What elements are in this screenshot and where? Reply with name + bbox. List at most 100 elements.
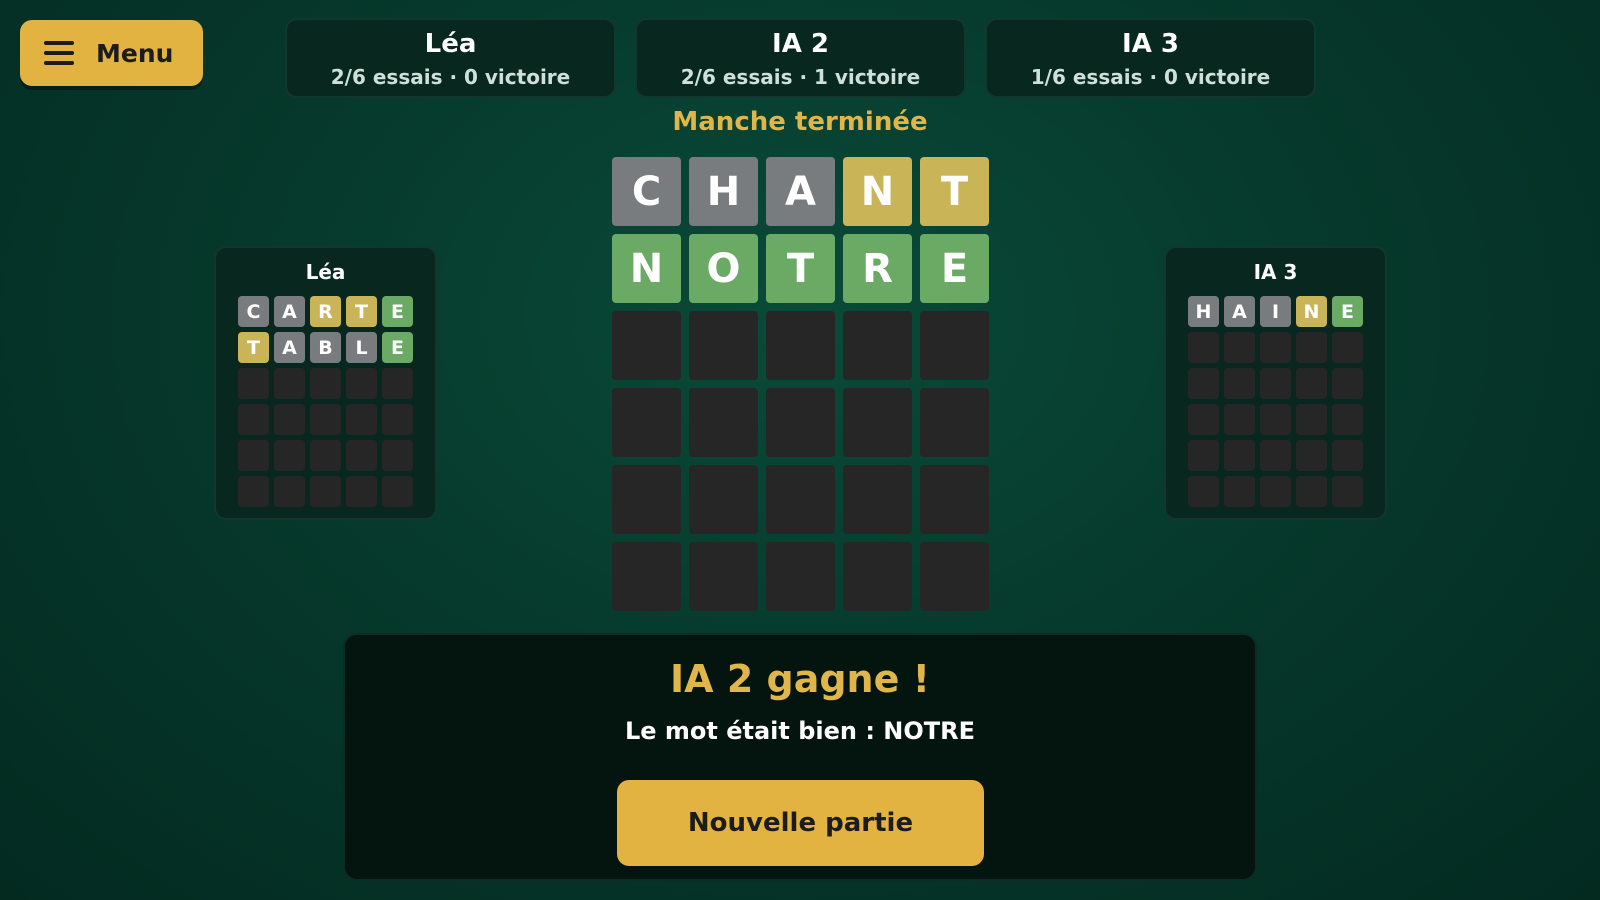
new-game-button[interactable]: Nouvelle partie [617, 780, 984, 866]
main-board-empty-tile [612, 542, 681, 611]
lea-board-empty-tile [238, 440, 269, 471]
lea-board-tile: C [238, 296, 269, 327]
lea-board-row [238, 404, 413, 435]
main-board-tile: T [766, 234, 835, 303]
lea-board-empty-tile [346, 440, 377, 471]
main-board-row [612, 311, 989, 380]
main-board-empty-tile [920, 311, 989, 380]
ia3-board-tile: I [1260, 296, 1291, 327]
mini-board-ia3: HAINE [1188, 296, 1363, 512]
main-board-empty-tile [766, 465, 835, 534]
lea-board-empty-tile [346, 404, 377, 435]
main-board-tile: H [689, 157, 758, 226]
lea-board-tile: T [238, 332, 269, 363]
lea-board-empty-tile [274, 476, 305, 507]
lea-board-empty-tile [382, 368, 413, 399]
player-name: IA 2 [772, 29, 829, 59]
ia3-board-row [1188, 404, 1363, 435]
hamburger-menu-icon [44, 41, 74, 65]
ia3-board-empty-tile [1332, 332, 1363, 363]
main-board-row: CHANT [612, 157, 989, 226]
main-board-empty-tile [843, 465, 912, 534]
main-board-empty-tile [612, 465, 681, 534]
menu-button[interactable]: Menu [20, 20, 203, 86]
player-stats: 2/6 essais · 1 victoire [680, 65, 921, 89]
lea-board-tile: A [274, 332, 305, 363]
lea-board-row [238, 476, 413, 507]
ia3-board-empty-tile [1224, 404, 1255, 435]
main-board-empty-tile [689, 542, 758, 611]
side-panel-ia3: IA 3 HAINE [1164, 246, 1387, 520]
ia3-board-empty-tile [1296, 332, 1327, 363]
lea-board-empty-tile [310, 404, 341, 435]
main-board-empty-tile [920, 542, 989, 611]
main-board-empty-tile [612, 311, 681, 380]
main-board-tile: O [689, 234, 758, 303]
main-board-empty-tile [766, 542, 835, 611]
lea-board-empty-tile [346, 368, 377, 399]
lea-board-empty-tile [274, 368, 305, 399]
lea-board-empty-tile [310, 368, 341, 399]
lea-board-row [238, 368, 413, 399]
lea-board-empty-tile [310, 476, 341, 507]
lea-board-empty-tile [382, 404, 413, 435]
lea-board-empty-tile [238, 404, 269, 435]
main-board-tile: A [766, 157, 835, 226]
lea-board-empty-tile [238, 368, 269, 399]
main-board-empty-tile [689, 311, 758, 380]
player-stats: 2/6 essais · 0 victoire [330, 65, 571, 89]
lea-board-empty-tile [274, 440, 305, 471]
winner-title: IA 2 gagne ! [670, 657, 930, 701]
ia3-board-empty-tile [1224, 476, 1255, 507]
main-board-row [612, 388, 989, 457]
lea-board-empty-tile [382, 476, 413, 507]
ia3-board-empty-tile [1260, 476, 1291, 507]
main-board-empty-tile [920, 388, 989, 457]
ia3-board-empty-tile [1296, 404, 1327, 435]
main-board-empty-tile [689, 465, 758, 534]
ia3-board-empty-tile [1332, 404, 1363, 435]
ia3-board-row [1188, 440, 1363, 471]
main-board-empty-tile [920, 465, 989, 534]
ia3-board-row [1188, 332, 1363, 363]
main-board: CHANTNOTRE [612, 157, 989, 619]
ia3-board-empty-tile [1188, 476, 1219, 507]
ia3-board-empty-tile [1332, 476, 1363, 507]
lea-board-tile: R [310, 296, 341, 327]
main-board-empty-tile [843, 311, 912, 380]
ia3-board-row [1188, 368, 1363, 399]
ia3-board-empty-tile [1260, 368, 1291, 399]
main-board-tile: N [843, 157, 912, 226]
scorecard-ia2: IA 2 2/6 essais · 1 victoire [635, 18, 966, 98]
mini-board-lea: CARTETABLE [238, 296, 413, 512]
ia3-board-tile: H [1188, 296, 1219, 327]
ia3-board-empty-tile [1332, 440, 1363, 471]
lea-board-tile: T [346, 296, 377, 327]
lea-board-row: CARTE [238, 296, 413, 327]
scorecard-lea: Léa 2/6 essais · 0 victoire [285, 18, 616, 98]
ia3-board-tile: N [1296, 296, 1327, 327]
ia3-board-empty-tile [1188, 368, 1219, 399]
lea-board-empty-tile [238, 476, 269, 507]
lea-board-tile: L [346, 332, 377, 363]
main-board-tile: C [612, 157, 681, 226]
player-name: Léa [424, 29, 477, 59]
main-board-tile: N [612, 234, 681, 303]
scorecard-ia3: IA 3 1/6 essais · 0 victoire [985, 18, 1316, 98]
lea-board-tile: E [382, 332, 413, 363]
ia3-board-empty-tile [1224, 440, 1255, 471]
lea-board-empty-tile [310, 440, 341, 471]
side-player-name: Léa [305, 260, 346, 284]
lea-board-tile: A [274, 296, 305, 327]
ia3-board-empty-tile [1260, 404, 1291, 435]
side-panel-lea: Léa CARTETABLE [214, 246, 437, 520]
ia3-board-empty-tile [1224, 332, 1255, 363]
lea-board-empty-tile [382, 440, 413, 471]
lea-board-empty-tile [346, 476, 377, 507]
ia3-board-empty-tile [1188, 404, 1219, 435]
lea-board-row: TABLE [238, 332, 413, 363]
ia3-board-tile: A [1224, 296, 1255, 327]
ia3-board-empty-tile [1296, 476, 1327, 507]
ia3-board-empty-tile [1188, 440, 1219, 471]
main-board-empty-tile [843, 542, 912, 611]
